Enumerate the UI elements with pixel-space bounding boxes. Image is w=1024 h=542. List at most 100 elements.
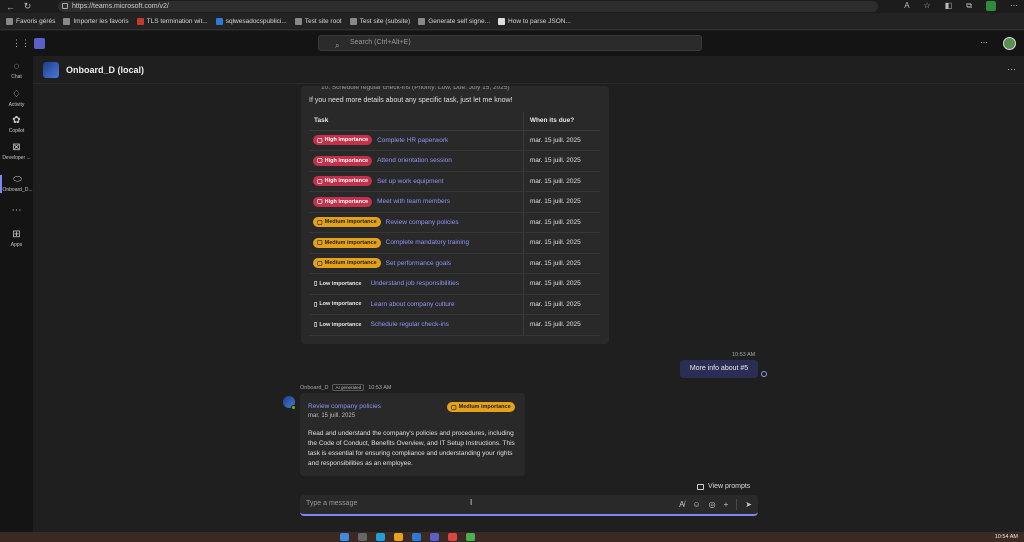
clipboard-icon: ▢ [317, 260, 323, 267]
task-link[interactable]: Schedule regular check-ins [370, 321, 448, 328]
importance-badge: ▢ High importance [313, 176, 373, 187]
task-link[interactable]: Complete HR paperwork [377, 137, 448, 144]
task-link[interactable]: Understand job responsibilities [370, 280, 459, 287]
clipboard-icon: ▢ [451, 404, 457, 411]
importance-badge: ▢ Medium importance [313, 237, 381, 248]
message-input[interactable] [306, 500, 606, 507]
table-row: ▢ High importance Meet with team members ma… [309, 191, 600, 213]
rail-item-onboard[interactable]: ⬭ Onboard_D... [0, 175, 33, 193]
task-link[interactable]: Set performance goals [386, 260, 451, 267]
clipboard-icon: ▯ [314, 301, 318, 308]
text-cursor-icon: I [470, 498, 473, 507]
task-link[interactable]: Meet with team members [377, 198, 450, 205]
importance-badge: ▯ Low importance [314, 280, 362, 288]
header-more-icon[interactable]: ⋯ [980, 38, 988, 47]
bookmark[interactable]: sqlwesadocspublici... [215, 17, 287, 25]
message-composer[interactable]: I A̸ ☺ ◎ + ➤ [300, 495, 758, 516]
search-input[interactable]: ⌕ Search (Ctrl+Alt+E) [318, 35, 702, 51]
table-row: ▢ High importance Complete HR paperwork mar… [309, 130, 600, 151]
app-launcher-icon[interactable]: ⋮⋮ [12, 39, 30, 48]
send-icon[interactable]: ➤ [745, 500, 752, 509]
user-message[interactable]: More info about #5 [680, 360, 758, 378]
task-link[interactable]: Review company policies [386, 219, 459, 226]
globe-icon [294, 17, 302, 25]
due-date-cell: mar. 15 juill. 2025 [522, 191, 600, 213]
task-cell: ▢ High importance Meet with team members [309, 191, 524, 213]
collections-icon[interactable]: ⧉ [966, 1, 972, 11]
detail-task-link[interactable]: Review company policies [308, 403, 381, 410]
task-link[interactable]: Complete mandatory training [386, 239, 469, 246]
bot-icon: ⬭ [13, 174, 22, 185]
read-receipt-icon [761, 371, 767, 377]
site-icon [498, 17, 506, 25]
rail-item-copilot[interactable]: ✿ Copilot [0, 116, 33, 135]
clipboard-icon: ▢ [317, 158, 323, 165]
site-icon [215, 17, 223, 25]
emoji-icon[interactable]: ☺ [692, 500, 700, 509]
task-detail-card: Review company policies mar. 15 juill. 2… [300, 393, 525, 476]
bookmark[interactable]: Test site (subsite) [349, 17, 410, 25]
teams-icon[interactable] [430, 533, 439, 541]
rail-item-chat[interactable]: ◌ Chat [0, 61, 33, 81]
rail-item-apps[interactable]: ⊞ Apps [0, 230, 33, 249]
due-date-cell: mar. 15 juill. 2025 [522, 171, 600, 192]
site-icon [418, 17, 426, 25]
due-column-header: When its due? [522, 112, 600, 131]
app-icon[interactable] [448, 533, 457, 541]
app-icon[interactable] [466, 533, 475, 541]
table-row: ▢ Medium importance Complete mandatory tra… [309, 232, 600, 254]
edge-icon[interactable] [376, 533, 385, 541]
chat-more-icon[interactable]: ⋯ [1007, 64, 1016, 75]
composer-toolbar: A̸ ☺ ◎ + ➤ [679, 499, 752, 510]
address-bar[interactable]: https://teams.microsoft.com/v2/ [58, 1, 878, 12]
task-table: Task When its due? ▢ High importance Compl… [309, 112, 600, 336]
vscode-icon[interactable] [412, 533, 421, 541]
importance-badge: ▢ High importance [313, 135, 373, 146]
format-icon[interactable]: A̸ [679, 500, 684, 509]
table-row: ▢ Medium importance Set performance goals m… [309, 253, 600, 274]
browser-toolbar: ← ↻ https://teams.microsoft.com/v2/ A ☆ … [0, 0, 1024, 13]
folder-icon [6, 17, 13, 25]
profile-icon[interactable] [986, 1, 996, 11]
rail-item-activity[interactable]: ♢ Activity [0, 90, 33, 109]
task-link[interactable]: Set up work equipment [377, 178, 443, 185]
importance-badge: ▯ Low importance [314, 321, 362, 329]
bookmark[interactable]: Importer les favoris [63, 17, 129, 25]
detail-due-date: mar. 15 juill. 2025 [308, 413, 356, 419]
bookmark[interactable]: Favoris gérés [6, 17, 55, 25]
folder-icon[interactable] [394, 533, 403, 541]
attach-plus-icon[interactable]: + [724, 500, 729, 509]
favorite-star-icon[interactable]: ☆ [924, 1, 931, 11]
view-prompts-button[interactable]: View prompts [697, 483, 750, 490]
refresh-icon[interactable]: ↻ [21, 0, 34, 13]
back-icon[interactable]: ← [4, 0, 17, 13]
detail-description: Read and understand the company's polici… [308, 430, 515, 467]
bookmark[interactable]: How to parse JSON... [498, 17, 571, 25]
more-icon: ⋯ [11, 205, 22, 216]
rail-item-more[interactable]: ⋯ [0, 206, 33, 218]
rail-item-developer[interactable]: ⊠ Developer ... [0, 143, 33, 162]
task-link[interactable]: Attend orientation session [377, 157, 452, 164]
due-date-cell: mar. 15 juill. 2025 [522, 253, 600, 274]
task-column-header: Task [309, 112, 524, 131]
chat-icon: ◌ [13, 61, 20, 72]
site-icon [136, 17, 144, 25]
message-timestamp: 10:53 AM [732, 352, 756, 358]
address-text: https://teams.microsoft.com/v2/ [72, 3, 169, 10]
avatar[interactable] [1003, 37, 1016, 50]
windows-start-icon[interactable] [340, 533, 349, 541]
globe-icon [349, 17, 357, 25]
search-icon[interactable] [358, 533, 367, 541]
import-icon [63, 17, 71, 25]
bookmark[interactable]: TLS termination wit... [136, 17, 208, 25]
prompts-icon [697, 483, 704, 490]
browser-more-icon[interactable]: ⋯ [1010, 1, 1018, 11]
bookmark[interactable]: Generate self signe... [418, 17, 490, 25]
read-aloud-icon[interactable]: A [904, 1, 909, 11]
task-cell: ▢ Medium importance Complete mandatory tra… [309, 232, 524, 254]
bookmark[interactable]: Test site root [294, 17, 342, 25]
task-link[interactable]: Learn about company culture [370, 301, 454, 308]
table-row: ▢ High importance Set up work equipment mar… [309, 171, 600, 192]
extensions-icon[interactable]: ◧ [945, 1, 953, 11]
loop-icon[interactable]: ◎ [709, 500, 716, 509]
